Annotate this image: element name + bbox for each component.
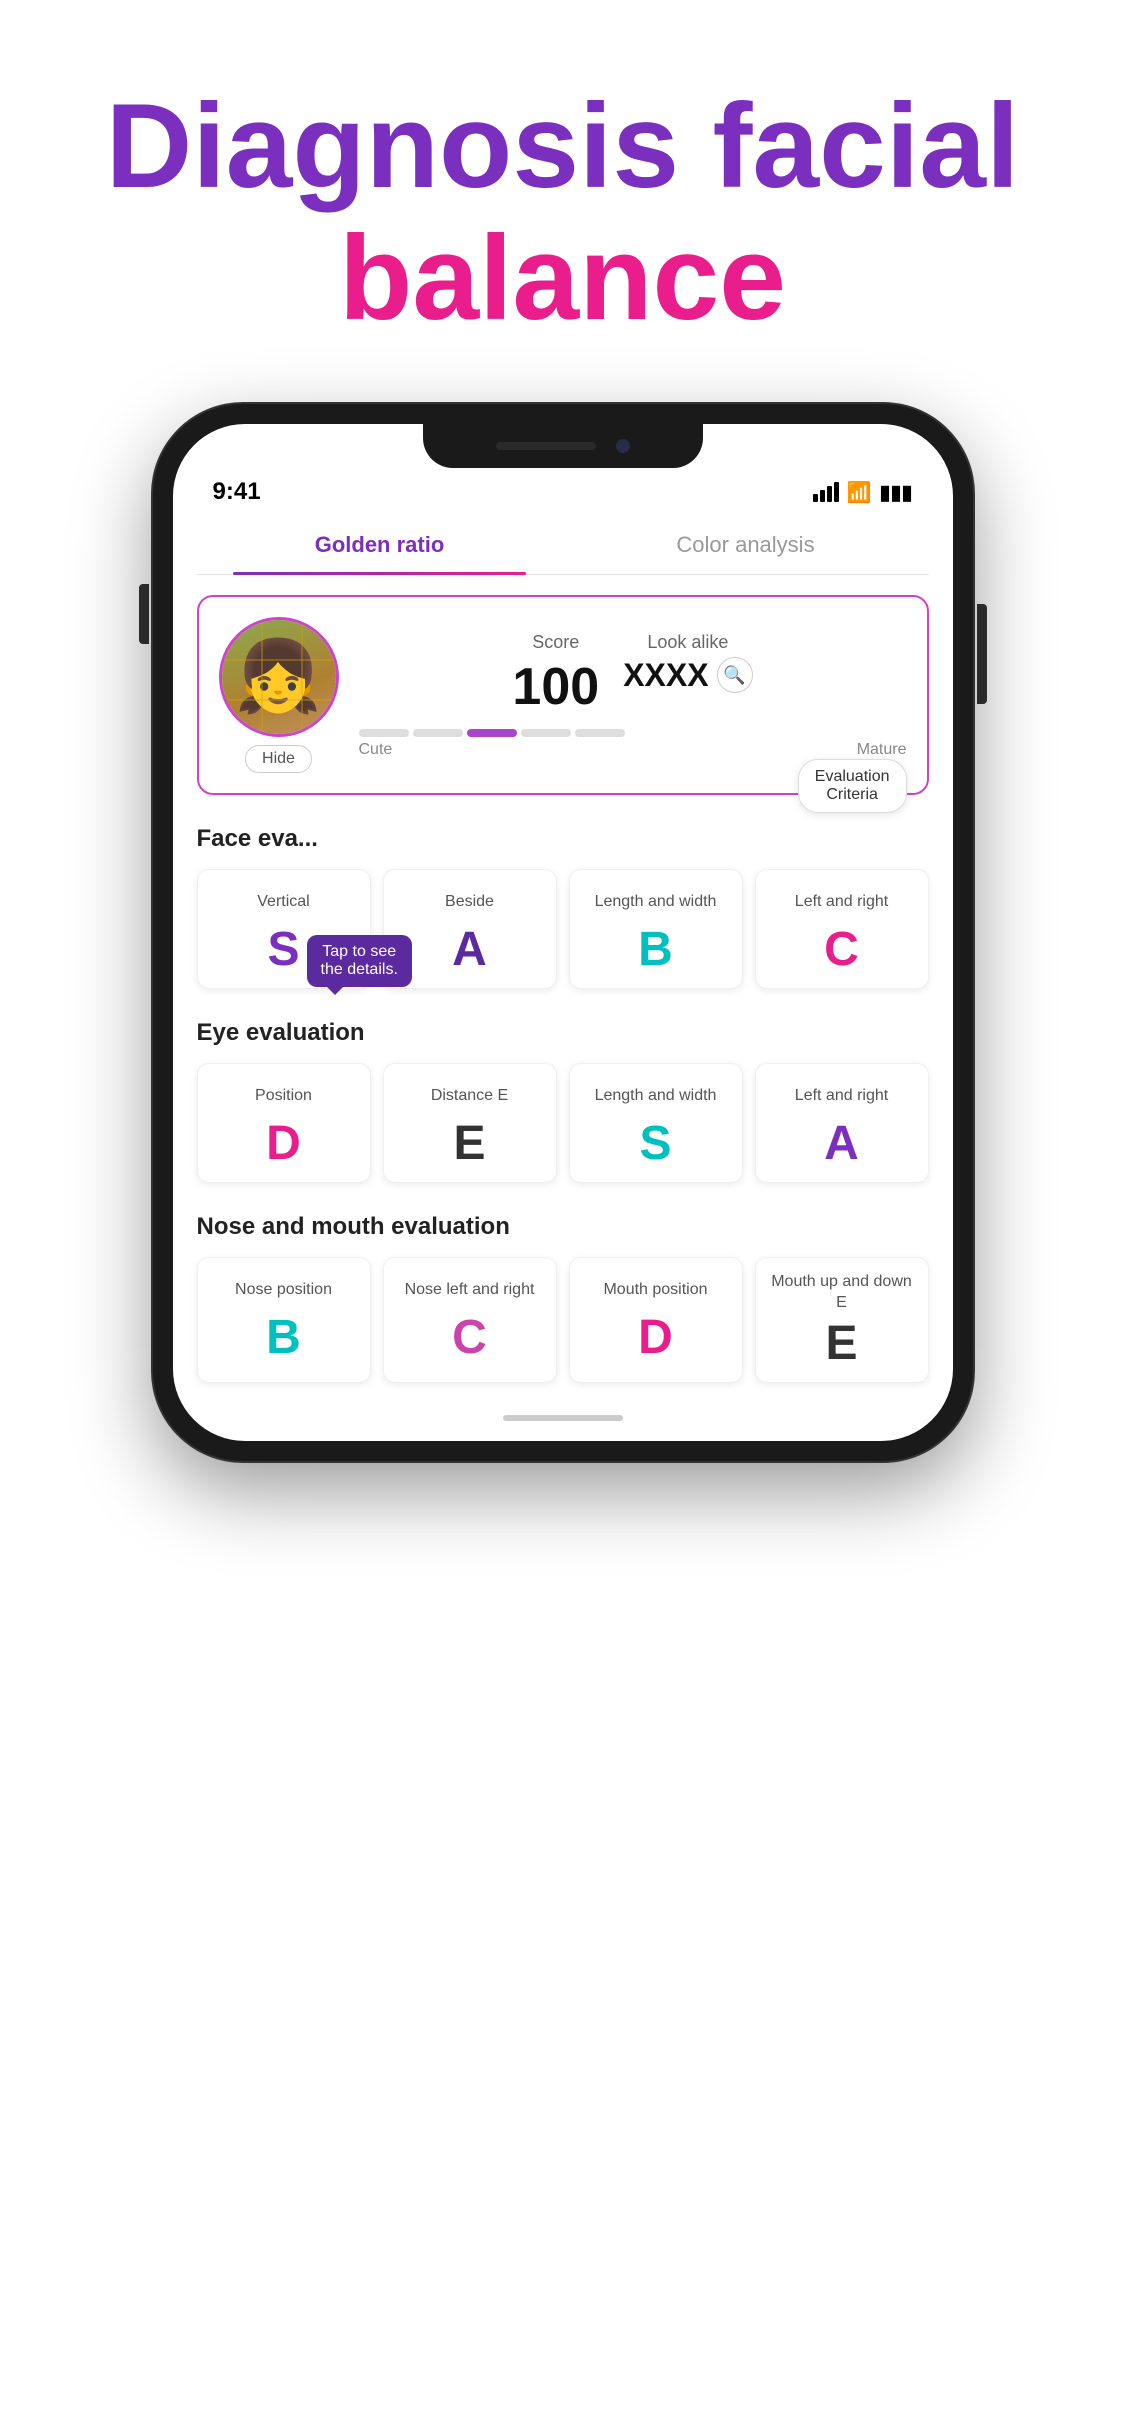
face-eval-section: Tap to seethe details. Face eva... Verti…: [197, 825, 929, 989]
nose-mouth-eval-card-mouth-position[interactable]: Mouth position D: [569, 1257, 743, 1383]
battery-icon: ▮▮▮: [879, 480, 912, 505]
evaluation-criteria-button[interactable]: EvaluationCriteria: [798, 759, 907, 813]
eye-eval-grade-distance: E: [394, 1120, 546, 1168]
tab-bar: Golden ratio Color analysis: [197, 516, 929, 575]
face-eval-label-left-right: Left and right: [766, 884, 918, 920]
bottom-hint: [197, 1399, 929, 1441]
gauge-labels: Cute Mature: [359, 741, 907, 759]
eye-eval-label-length-width: Length and width: [580, 1078, 732, 1114]
tab-golden-ratio[interactable]: Golden ratio: [197, 516, 563, 574]
hide-button[interactable]: Hide: [245, 745, 312, 773]
nose-mouth-eval-section: Nose and mouth evaluation Nose position …: [197, 1213, 929, 1383]
page-header: Diagnosis facial balance: [0, 0, 1125, 404]
face-eval-label-length-width: Length and width: [580, 884, 732, 920]
page-title: Diagnosis facial balance: [60, 80, 1065, 344]
face-eval-title: Face eva...: [197, 825, 929, 853]
avatar: 👧: [219, 617, 339, 737]
wifi-icon: 📶: [847, 480, 872, 505]
eye-eval-card-distance[interactable]: Distance E E: [383, 1063, 557, 1183]
look-alike-section: Look alike XXXX 🔍: [623, 632, 752, 717]
nose-mouth-eval-label-nose-left-right: Nose left and right: [394, 1272, 546, 1308]
eye-eval-card-length-width[interactable]: Length and width S: [569, 1063, 743, 1183]
eye-eval-grid: Position D Distance E E Length and width…: [197, 1063, 929, 1183]
signal-bars-icon: [813, 482, 839, 502]
look-alike-label: Look alike: [623, 632, 752, 653]
face-eval-grade-left-right: C: [766, 926, 918, 974]
nose-mouth-eval-grade-mouth-up-down: E: [766, 1320, 918, 1368]
nose-mouth-eval-grade-mouth-position: D: [580, 1314, 732, 1362]
nose-mouth-eval-label-mouth-up-down: Mouth up and down E: [766, 1272, 918, 1314]
home-indicator: [503, 1415, 623, 1421]
nose-mouth-eval-card-mouth-up-down[interactable]: Mouth up and down E E: [755, 1257, 929, 1383]
eye-eval-title: Eye evaluation: [197, 1019, 929, 1047]
eye-eval-grade-left-right: A: [766, 1120, 918, 1168]
search-button[interactable]: 🔍: [717, 657, 753, 693]
eye-eval-label-distance: Distance E: [394, 1078, 546, 1114]
phone-notch: [423, 424, 703, 468]
eye-eval-grade-length-width: S: [580, 1120, 732, 1168]
score-card: 👧 Hide Score 100 Look alike: [197, 595, 929, 795]
notch-camera: [616, 439, 630, 453]
eye-eval-label-left-right: Left and right: [766, 1078, 918, 1114]
nose-mouth-eval-label-nose-position: Nose position: [208, 1272, 360, 1308]
status-time: 9:41: [213, 478, 261, 506]
app-content: Golden ratio Color analysis: [173, 516, 953, 1441]
gauge-bar: [359, 729, 907, 737]
nose-mouth-eval-grade-nose-position: B: [208, 1314, 360, 1362]
eye-eval-card-position[interactable]: Position D: [197, 1063, 371, 1183]
score-label: Score: [512, 632, 599, 653]
status-icons: 📶 ▮▮▮: [813, 480, 913, 505]
nose-mouth-eval-title: Nose and mouth evaluation: [197, 1213, 929, 1241]
look-alike-value: XXXX 🔍: [623, 657, 752, 694]
score-value: 100: [512, 657, 599, 717]
nose-mouth-eval-card-nose-position[interactable]: Nose position B: [197, 1257, 371, 1383]
nose-mouth-eval-label-mouth-position: Mouth position: [580, 1272, 732, 1308]
eye-eval-label-position: Position: [208, 1078, 360, 1114]
eye-eval-grade-position: D: [208, 1120, 360, 1168]
eye-eval-card-left-right[interactable]: Left and right A: [755, 1063, 929, 1183]
eye-eval-section: Eye evaluation Position D Distance E E L…: [197, 1019, 929, 1183]
phone-wrapper: 9:41 📶 ▮▮▮ Golden ratio Co: [133, 404, 993, 1461]
face-eval-grade-beside: A: [394, 926, 546, 974]
nose-mouth-eval-card-nose-left-right[interactable]: Nose left and right C: [383, 1257, 557, 1383]
face-eval-label-beside: Beside: [394, 884, 546, 920]
face-eval-grade-length-width: B: [580, 926, 732, 974]
notch-speaker: [496, 442, 596, 450]
score-section: Score 100: [512, 632, 599, 717]
tab-color-analysis[interactable]: Color analysis: [563, 516, 929, 574]
phone-screen: 9:41 📶 ▮▮▮ Golden ratio Co: [173, 424, 953, 1441]
face-eval-card-length-width[interactable]: Length and width B: [569, 869, 743, 989]
phone-frame: 9:41 📶 ▮▮▮ Golden ratio Co: [153, 404, 973, 1461]
nose-mouth-eval-grade-nose-left-right: C: [394, 1314, 546, 1362]
nose-mouth-eval-grid: Nose position B Nose left and right C Mo…: [197, 1257, 929, 1383]
face-eval-label-vertical: Vertical: [208, 884, 360, 920]
face-eval-card-left-right[interactable]: Left and right C: [755, 869, 929, 989]
tooltip-bubble: Tap to seethe details.: [307, 935, 412, 987]
